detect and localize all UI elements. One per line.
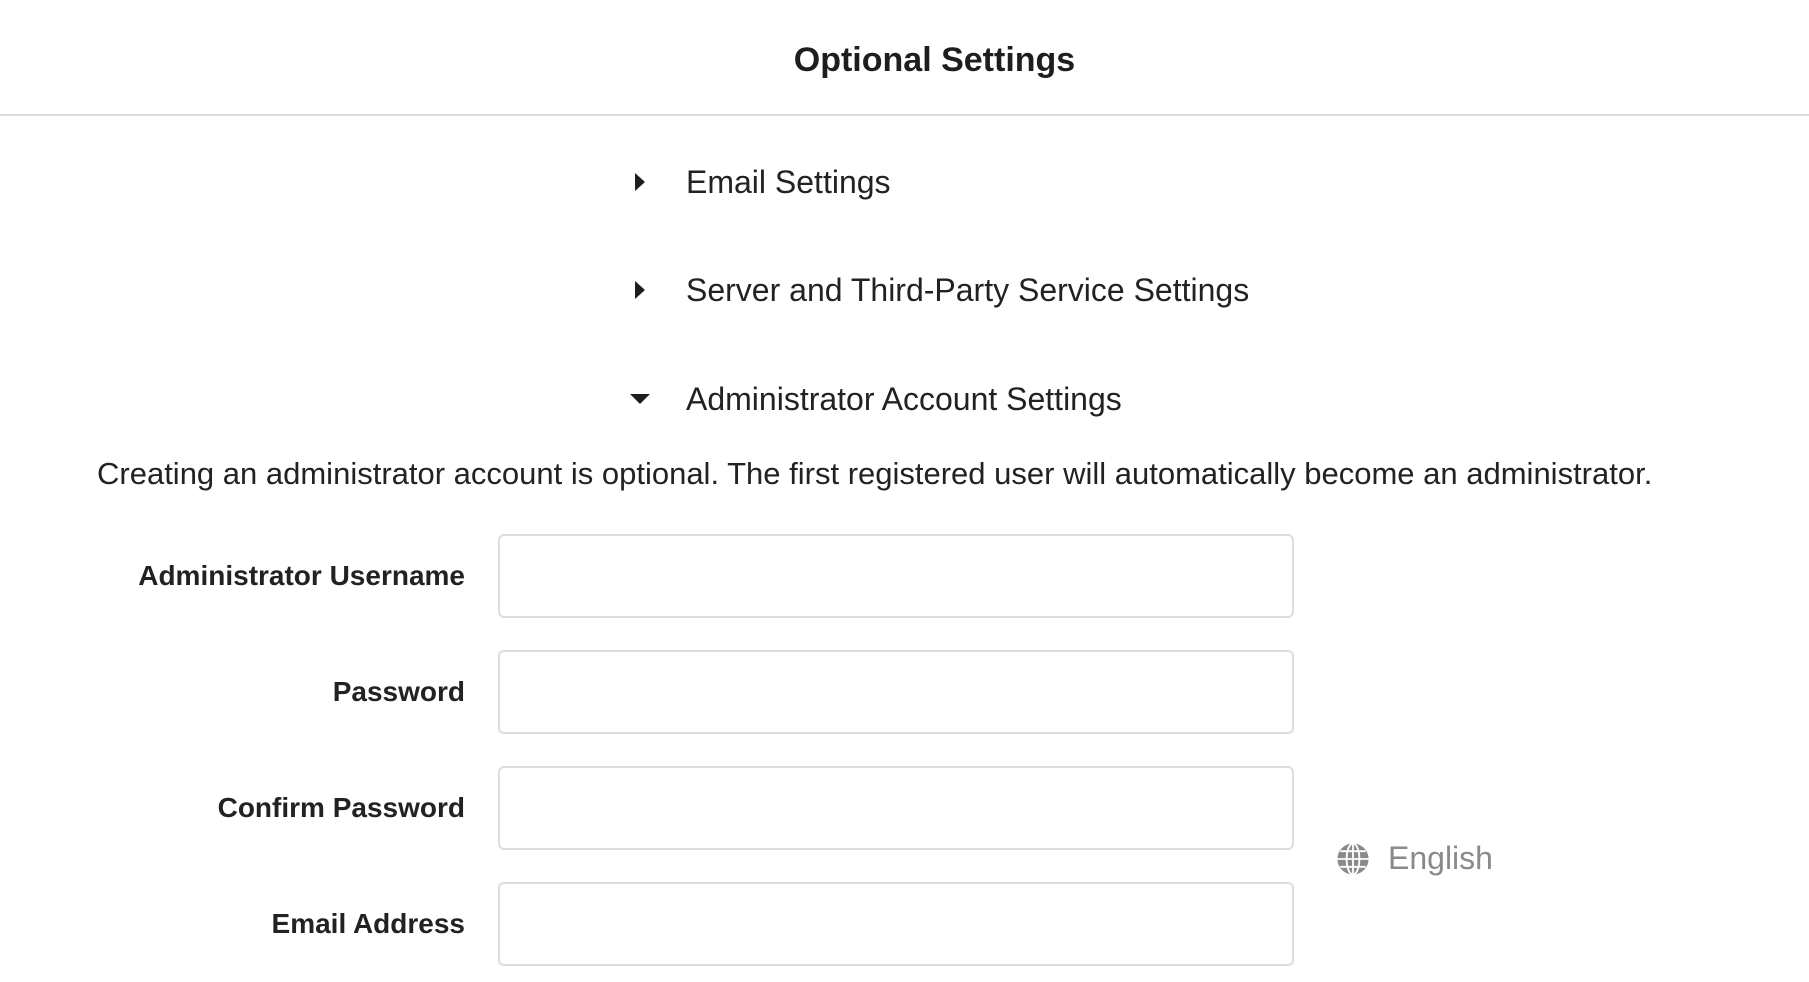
password-label: Password xyxy=(332,676,465,707)
caret-right-icon xyxy=(620,173,660,191)
language-label: English xyxy=(1388,840,1493,876)
confirm-password-label: Confirm Password xyxy=(217,792,465,823)
language-selector[interactable]: English xyxy=(1336,840,1493,877)
form-row-username: Administrator Username xyxy=(0,534,1300,618)
section-label: Email Settings xyxy=(686,163,891,200)
password-input[interactable] xyxy=(498,650,1294,734)
section-label: Server and Third-Party Service Settings xyxy=(686,271,1250,308)
email-address-input[interactable] xyxy=(498,882,1294,966)
confirm-password-input[interactable] xyxy=(498,766,1294,850)
page-title: Optional Settings xyxy=(793,40,1076,79)
server-settings-toggle[interactable]: Server and Third-Party Service Settings xyxy=(620,268,1249,312)
username-label: Administrator Username xyxy=(138,560,465,591)
optional-settings-page: Optional Settings Email Settings Server … xyxy=(0,0,1809,982)
globe-icon xyxy=(1337,841,1369,876)
page-header: Optional Settings xyxy=(0,0,1809,116)
admin-settings-toggle[interactable]: Administrator Account Settings xyxy=(620,377,1122,421)
form-row-password: Password xyxy=(0,650,1300,734)
caret-down-icon xyxy=(620,394,660,404)
form-row-email: Email Address xyxy=(0,882,1300,966)
email-address-label: Email Address xyxy=(271,908,465,939)
caret-right-icon xyxy=(620,281,660,299)
section-label: Administrator Account Settings xyxy=(686,380,1122,417)
email-settings-toggle[interactable]: Email Settings xyxy=(620,160,891,204)
admin-username-input[interactable] xyxy=(498,534,1294,618)
admin-description: Creating an administrator account is opt… xyxy=(97,456,1653,491)
form-row-confirm-password: Confirm Password xyxy=(0,766,1300,850)
